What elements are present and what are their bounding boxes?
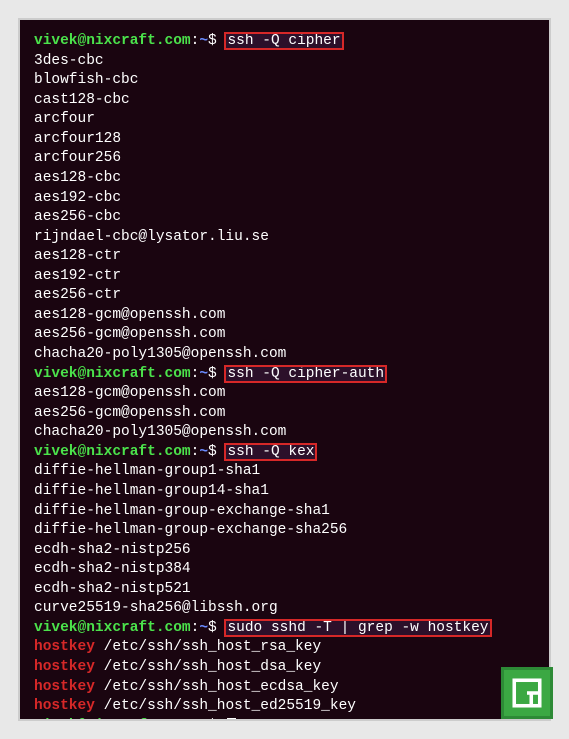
output-line: ecdh-sha2-nistp256 xyxy=(34,541,535,561)
prompt-at: @ xyxy=(78,33,87,49)
output-line: diffie-hellman-group14-sha1 xyxy=(34,482,535,502)
output-line: aes256-cbc xyxy=(34,208,535,228)
prompt-host: nixcraft.com xyxy=(86,620,190,636)
prompt-path: ~ xyxy=(199,33,208,49)
output-line: diffie-hellman-group1-sha1 xyxy=(34,462,535,482)
output-line: aes256-gcm@openssh.com xyxy=(34,404,535,424)
output-line: diffie-hellman-group-exchange-sha1 xyxy=(34,502,535,522)
output-line: diffie-hellman-group-exchange-sha256 xyxy=(34,521,535,541)
output-line: chacha20-poly1305@openssh.com xyxy=(34,423,535,443)
prompt-path: ~ xyxy=(199,718,208,721)
output-line: arcfour xyxy=(34,110,535,130)
output-line: hostkey /etc/ssh/ssh_host_rsa_key xyxy=(34,638,535,658)
output-line: ecdh-sha2-nistp384 xyxy=(34,560,535,580)
hostkey-path: /etc/ssh/ssh_host_ed25519_key xyxy=(104,698,356,714)
output-line: blowfish-cbc xyxy=(34,71,535,91)
prompt-line[interactable]: vivek@nixcraft.com:~$ ssh -Q kex xyxy=(34,443,535,463)
hostkey-label: hostkey xyxy=(34,698,95,714)
output-line: cast128-cbc xyxy=(34,91,535,111)
output-line: aes256-ctr xyxy=(34,286,535,306)
output-line: aes192-ctr xyxy=(34,267,535,287)
output-line: arcfour256 xyxy=(34,149,535,169)
prompt-line[interactable]: vivek@nixcraft.com:~$ xyxy=(34,717,535,721)
prompt-user: vivek xyxy=(34,718,78,721)
output-line: 3des-cbc xyxy=(34,52,535,72)
hostkey-label: hostkey xyxy=(34,639,95,655)
command-text: ssh -Q kex xyxy=(225,444,316,460)
output-line: arcfour128 xyxy=(34,130,535,150)
prompt-at: @ xyxy=(78,366,87,382)
output-line: hostkey /etc/ssh/ssh_host_ed25519_key xyxy=(34,697,535,717)
prompt-host: nixcraft.com xyxy=(86,366,190,382)
hostkey-path: /etc/ssh/ssh_host_ecdsa_key xyxy=(104,679,339,695)
prompt-host: nixcraft.com xyxy=(86,718,190,721)
prompt-line[interactable]: vivek@nixcraft.com:~$ ssh -Q cipher xyxy=(34,32,535,52)
hostkey-label: hostkey xyxy=(34,679,95,695)
prompt-symbol: $ xyxy=(208,444,217,460)
hostkey-label: hostkey xyxy=(34,659,95,675)
prompt-host: nixcraft.com xyxy=(86,33,190,49)
prompt-line[interactable]: vivek@nixcraft.com:~$ sudo sshd -T | gre… xyxy=(34,619,535,639)
prompt-user: vivek xyxy=(34,366,78,382)
output-line: ecdh-sha2-nistp521 xyxy=(34,580,535,600)
output-line: aes128-gcm@openssh.com xyxy=(34,306,535,326)
prompt-symbol: $ xyxy=(208,366,217,382)
prompt-path: ~ xyxy=(199,620,208,636)
output-line: aes256-gcm@openssh.com xyxy=(34,325,535,345)
terminal-window: vivek@nixcraft.com:~$ ssh -Q cipher 3des… xyxy=(18,18,551,721)
hostkey-path: /etc/ssh/ssh_host_dsa_key xyxy=(104,659,322,675)
output-line: curve25519-sha256@libssh.org xyxy=(34,599,535,619)
prompt-path: ~ xyxy=(199,444,208,460)
prompt-symbol: $ xyxy=(208,620,217,636)
prompt-user: vivek xyxy=(34,444,78,460)
badge-g-icon xyxy=(510,676,544,710)
prompt-symbol: $ xyxy=(208,718,217,721)
output-line: hostkey /etc/ssh/ssh_host_ecdsa_key xyxy=(34,678,535,698)
prompt-user: vivek xyxy=(34,33,78,49)
prompt-at: @ xyxy=(78,444,87,460)
cursor xyxy=(227,718,236,721)
prompt-path: ~ xyxy=(199,366,208,382)
prompt-at: @ xyxy=(78,718,87,721)
command-text: ssh -Q cipher xyxy=(225,33,342,49)
prompt-line[interactable]: vivek@nixcraft.com:~$ ssh -Q cipher-auth xyxy=(34,365,535,385)
output-line: aes128-gcm@openssh.com xyxy=(34,384,535,404)
prompt-symbol: $ xyxy=(208,33,217,49)
hostkey-path: /etc/ssh/ssh_host_rsa_key xyxy=(104,639,322,655)
output-line: rijndael-cbc@lysator.liu.se xyxy=(34,228,535,248)
output-line: chacha20-poly1305@openssh.com xyxy=(34,345,535,365)
output-line: aes128-ctr xyxy=(34,247,535,267)
prompt-host: nixcraft.com xyxy=(86,444,190,460)
prompt-user: vivek xyxy=(34,620,78,636)
output-line: hostkey /etc/ssh/ssh_host_dsa_key xyxy=(34,658,535,678)
output-line: aes192-cbc xyxy=(34,189,535,209)
command-text: sudo sshd -T | grep -w hostkey xyxy=(225,620,490,636)
watermark-badge xyxy=(501,667,553,719)
output-line: aes128-cbc xyxy=(34,169,535,189)
command-text: ssh -Q cipher-auth xyxy=(225,366,386,382)
prompt-at: @ xyxy=(78,620,87,636)
